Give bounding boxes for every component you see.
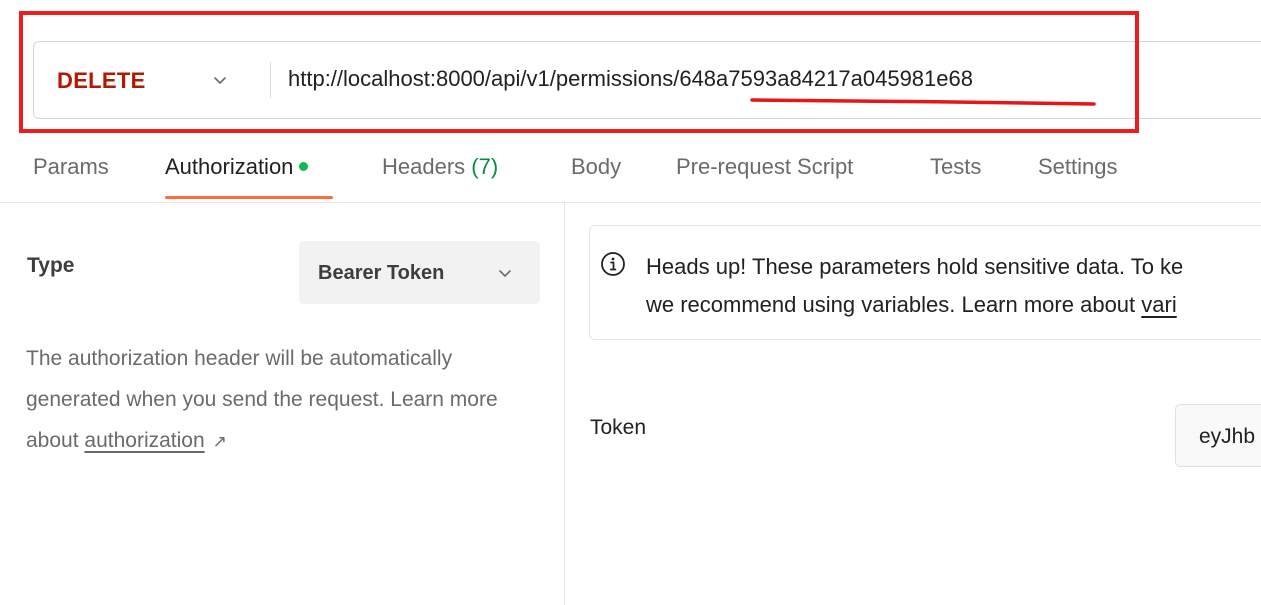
authorization-docs-link[interactable]: authorization	[84, 429, 204, 452]
tab-headers[interactable]: Headers (7)	[382, 154, 498, 180]
tab-tests[interactable]: Tests	[930, 154, 981, 180]
tab-pre-request-script[interactable]: Pre-request Script	[676, 154, 853, 180]
auth-type-label: Type	[27, 254, 75, 277]
method-label: DELETE	[57, 68, 146, 93]
postman-request-editor: DELETE http://localhost:8000/api/v1/perm…	[0, 0, 1261, 605]
request-tabs: Params Authorization Headers (7) Body Pr…	[0, 140, 1261, 203]
token-input[interactable]: eyJhb	[1175, 404, 1261, 467]
external-link-icon: ↗	[212, 432, 227, 451]
tab-headers-label: Headers	[382, 154, 466, 179]
chevron-down-icon	[499, 270, 511, 277]
tab-authorization-label: Authorization	[165, 154, 294, 179]
tab-body[interactable]: Body	[571, 154, 621, 180]
url-resource-id: 648a7593a84217a045981e68	[679, 66, 973, 91]
tab-settings[interactable]: Settings	[1038, 154, 1118, 180]
info-icon	[601, 252, 625, 276]
method-select[interactable]: DELETE	[34, 42, 270, 118]
notice-text-line1: Heads up! These parameters hold sensitiv…	[646, 254, 1184, 279]
token-label: Token	[590, 416, 647, 439]
status-dot-icon	[299, 161, 309, 171]
auth-description: The authorization header will be automat…	[26, 338, 546, 462]
variables-docs-link[interactable]: vari	[1141, 292, 1176, 317]
headers-count-badge: (7)	[471, 154, 499, 179]
notice-text-line2-prefix: we recommend using variables. Learn more…	[646, 292, 1136, 317]
chevron-down-icon	[214, 77, 226, 84]
active-tab-indicator	[165, 196, 333, 199]
url-input[interactable]: http://localhost:8000/api/v1/permissions…	[288, 66, 973, 92]
method-url-divider	[270, 62, 271, 98]
auth-type-value: Bearer Token	[318, 262, 445, 284]
tab-params[interactable]: Params	[33, 154, 109, 180]
tab-authorization[interactable]: Authorization	[165, 154, 309, 180]
url-base: http://localhost:8000/api/v1/permissions…	[288, 66, 680, 91]
sensitive-data-notice: Heads up! These parameters hold sensitiv…	[589, 225, 1261, 340]
pane-divider[interactable]	[564, 202, 565, 605]
request-bar: DELETE http://localhost:8000/api/v1/perm…	[33, 41, 1261, 119]
notice-text-line2: we recommend using variables. Learn more…	[646, 292, 1177, 318]
auth-type-select[interactable]: Bearer Token	[299, 241, 540, 304]
token-value: eyJhb	[1199, 425, 1256, 448]
